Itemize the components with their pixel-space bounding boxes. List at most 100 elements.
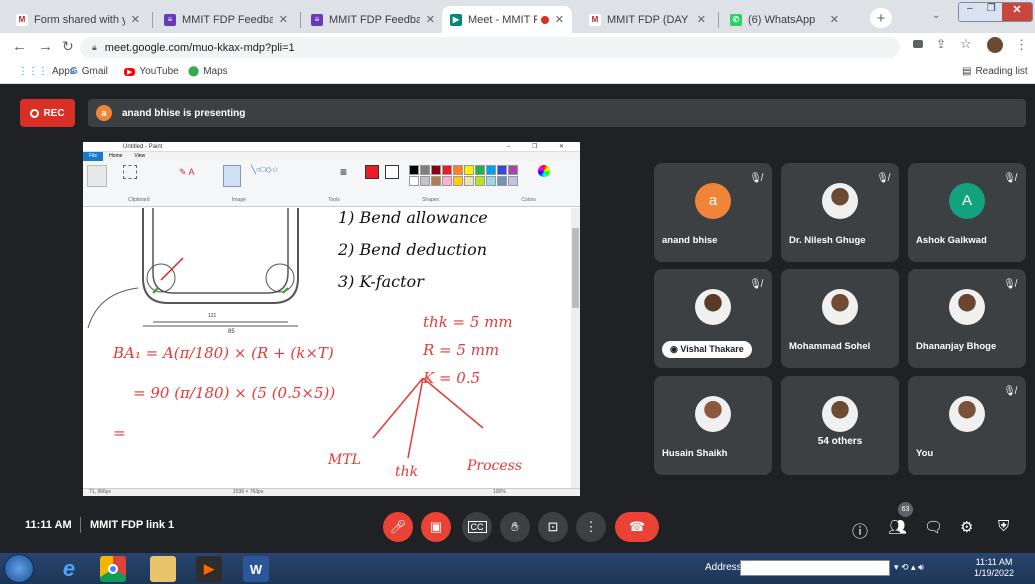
restore-icon[interactable]: ❐ (980, 3, 1002, 21)
bookmark-apps[interactable]: ⋮⋮⋮ Apps (18, 66, 75, 77)
close-tab-icon[interactable]: ✕ (830, 13, 839, 26)
participant-tile[interactable]: a anand bhise 🎙︎̸ (654, 163, 772, 262)
color2-swatch[interactable] (385, 165, 399, 179)
size-icon[interactable]: ≡ (340, 165, 354, 185)
tab-search-icon[interactable]: ⌄ (932, 10, 940, 21)
paint-canvas[interactable]: 121 85 1) Bend allowance 2) Bend deducti… (83, 208, 571, 488)
palette-swatch[interactable] (453, 176, 463, 186)
present-button[interactable]: ⊡ (538, 512, 568, 542)
explorer-icon[interactable] (150, 556, 176, 582)
participant-tile[interactable]: Dr. Nilesh Ghuge 🎙︎̸ (781, 163, 899, 262)
edit-colors-icon[interactable] (538, 165, 550, 177)
palette-swatch[interactable] (508, 176, 518, 186)
participant-tile[interactable]: 54 others (781, 376, 899, 475)
profile-avatar[interactable] (987, 37, 1003, 53)
raise-hand-button[interactable]: ✋︎ (500, 512, 530, 542)
people-icon[interactable]: 👥︎ (888, 518, 907, 536)
url-bar[interactable]: 🔒︎ meet.google.com/muo-kkax-mdp?pli=1 (80, 37, 900, 58)
camera-off-button[interactable]: ▣ (421, 512, 451, 542)
tab-2[interactable]: ≡MMIT FDP Feedback F✕ (303, 6, 443, 33)
recording-badge[interactable]: REC (20, 99, 75, 127)
palette-swatch[interactable] (497, 165, 507, 175)
shapes-icon[interactable]: ╲○□◇☆ (251, 165, 279, 174)
captions-button[interactable]: CC (462, 512, 492, 542)
palette-swatch[interactable] (475, 176, 485, 186)
tab-1[interactable]: ≡MMIT FDP Feedback F✕ (156, 6, 296, 33)
palette-swatch[interactable] (497, 176, 507, 186)
palette-swatch[interactable] (409, 176, 419, 186)
mic-off-button[interactable]: 🎤︎ (383, 512, 413, 542)
camera-icon[interactable] (913, 40, 923, 48)
reload-icon[interactable]: ↻ (62, 38, 74, 55)
palette-swatch[interactable] (442, 176, 452, 186)
paint-scrollbar[interactable] (571, 208, 580, 488)
shared-screen[interactable]: Untitled - Paint ‒ ❐ ✕ File Home View ✎ … (83, 142, 580, 496)
media-player-icon[interactable]: ▶ (196, 556, 222, 582)
participant-tile[interactable]: Mohammad Sohel (781, 269, 899, 368)
word-icon[interactable]: W (243, 556, 269, 582)
palette-swatch[interactable] (431, 176, 441, 186)
participant-tile[interactable]: ◉ Vishal Thakare 🎙︎̸ (654, 269, 772, 368)
host-controls-icon[interactable]: ⛨ (998, 518, 1009, 535)
chat-icon[interactable]: 🗨︎ (924, 518, 943, 536)
palette-swatch[interactable] (486, 176, 496, 186)
bookmark-star-icon[interactable]: ☆ (960, 36, 972, 52)
reading-list-button[interactable]: ▤ Reading list (962, 66, 1028, 77)
palette-swatch[interactable] (442, 165, 452, 175)
participant-tile[interactable]: Husain Shaikh (654, 376, 772, 475)
palette-swatch[interactable] (475, 165, 485, 175)
pinned-name-chip[interactable]: ◉ Vishal Thakare (662, 341, 752, 358)
close-tab-icon[interactable]: ✕ (697, 13, 706, 26)
palette-swatch[interactable] (420, 176, 430, 186)
palette-swatch[interactable] (464, 165, 474, 175)
close-tab-icon[interactable]: ✕ (555, 13, 564, 26)
start-button[interactable] (4, 554, 34, 583)
palette-swatch[interactable] (431, 165, 441, 175)
close-window-icon[interactable]: ✕ (1001, 3, 1032, 21)
palette-swatch[interactable] (464, 176, 474, 186)
tab-5[interactable]: ✆ (6) WhatsApp ✕ (722, 6, 847, 33)
palette-swatch[interactable] (508, 165, 518, 175)
palette-swatch[interactable] (486, 165, 496, 175)
forward-icon[interactable]: → (38, 38, 53, 55)
color1-swatch[interactable] (365, 165, 379, 179)
palette-swatch[interactable] (420, 165, 430, 175)
palette-swatch[interactable] (453, 165, 463, 175)
back-icon[interactable]: ← (12, 38, 27, 55)
select-icon[interactable] (123, 165, 137, 179)
leave-call-button[interactable]: ☎︎ (615, 512, 659, 542)
gmail-icon: M (589, 13, 601, 26)
close-tab-icon[interactable]: ✕ (131, 13, 140, 26)
paint-home-tab[interactable]: Home (103, 152, 128, 161)
participant-tile[interactable]: You 🎙︎̸ (908, 376, 1026, 475)
ie-icon[interactable]: e (56, 556, 82, 582)
chrome-icon[interactable] (100, 556, 126, 582)
paint-view-tab[interactable]: View (128, 152, 151, 161)
more-options-button[interactable]: ⋮ (576, 512, 606, 542)
new-tab-button[interactable]: + (870, 8, 892, 28)
bookmark-gmail[interactable]: G Gmail (70, 66, 108, 77)
tab-0[interactable]: MForm shared with you: ✕ (8, 6, 148, 33)
system-clock[interactable]: 11:11 AM 1/19/2022 (974, 557, 1014, 579)
paint-statusbar: 71, 966px 1536 × 763px 100% (83, 488, 580, 496)
activities-icon[interactable]: ⚙︎ (960, 518, 973, 536)
info-icon[interactable]: ⓘ (852, 518, 868, 542)
paste-icon[interactable] (87, 165, 107, 187)
tab-4[interactable]: MMMIT FDP (DAY 2) LIN✕ (581, 6, 714, 33)
palette-swatch[interactable] (409, 165, 419, 175)
menu-icon[interactable]: ⋮ (1015, 37, 1028, 53)
close-tab-icon[interactable]: ✕ (426, 13, 435, 26)
tab-3[interactable]: ▶Meet - MMIT FDP✕ (442, 6, 572, 33)
participant-tile[interactable]: Dhananjay Bhoge 🎙︎̸ (908, 269, 1026, 368)
participant-tile[interactable]: A Ashok Gaikwad 🎙︎̸ (908, 163, 1026, 262)
bookmark-maps[interactable]: ⬤ Maps (188, 66, 228, 77)
minimize-icon[interactable]: ‒ (959, 3, 981, 21)
share-icon[interactable]: ⇪ (936, 37, 946, 51)
brushes-icon[interactable] (223, 165, 241, 187)
tray-icons[interactable]: ▾ ⟲ ▴ 🔊︎ (894, 562, 924, 573)
address-input[interactable] (740, 560, 890, 576)
paint-file-menu[interactable]: File (83, 152, 104, 161)
pencil-icon[interactable]: ✎ A (179, 167, 195, 178)
bookmark-youtube[interactable]: ▶ YouTube (124, 66, 179, 77)
close-tab-icon[interactable]: ✕ (279, 13, 288, 26)
